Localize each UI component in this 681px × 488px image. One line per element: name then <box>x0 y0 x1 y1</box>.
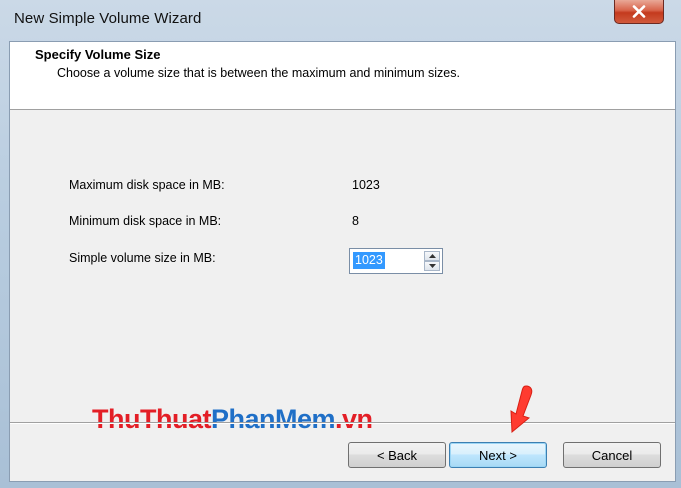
cancel-button[interactable]: Cancel <box>563 442 661 468</box>
page-subtitle: Choose a volume size that is between the… <box>57 66 460 80</box>
volume-size-input[interactable]: 1023 <box>353 252 385 269</box>
window-title: New Simple Volume Wizard <box>14 10 202 27</box>
red-arrow-icon <box>510 385 533 434</box>
watermark-part-2: PhanMem <box>210 404 336 434</box>
max-disk-space-label: Maximum disk space in MB: <box>69 178 225 192</box>
wizard-window: New Simple Volume Wizard Specify Volume … <box>0 0 681 488</box>
page-title: Specify Volume Size <box>35 47 161 62</box>
spin-down-button[interactable] <box>424 261 440 271</box>
spin-up-button[interactable] <box>424 251 440 261</box>
wizard-header: Specify Volume Size Choose a volume size… <box>10 42 675 110</box>
next-button[interactable]: Next > <box>449 442 547 468</box>
watermark-part-3: .vn <box>335 404 373 434</box>
min-disk-space-label: Minimum disk space in MB: <box>69 214 222 228</box>
watermark-part-1: ThuThuat <box>92 404 211 434</box>
chevron-up-icon <box>428 254 436 258</box>
volume-size-label: Simple volume size in MB: <box>69 251 216 265</box>
min-disk-space-value: 8 <box>352 214 359 228</box>
volume-size-stepper[interactable]: 1023 <box>349 248 443 274</box>
wizard-client-area: Specify Volume Size Choose a volume size… <box>9 41 676 482</box>
close-button[interactable] <box>614 0 664 24</box>
watermark-logo: ThuThuatPhanMem.vn <box>92 404 373 435</box>
chevron-down-icon <box>428 264 436 268</box>
back-button[interactable]: < Back <box>348 442 446 468</box>
title-bar[interactable]: New Simple Volume Wizard <box>0 0 681 40</box>
footer-divider <box>10 422 675 424</box>
close-icon <box>632 5 646 18</box>
max-disk-space-value: 1023 <box>352 178 380 192</box>
